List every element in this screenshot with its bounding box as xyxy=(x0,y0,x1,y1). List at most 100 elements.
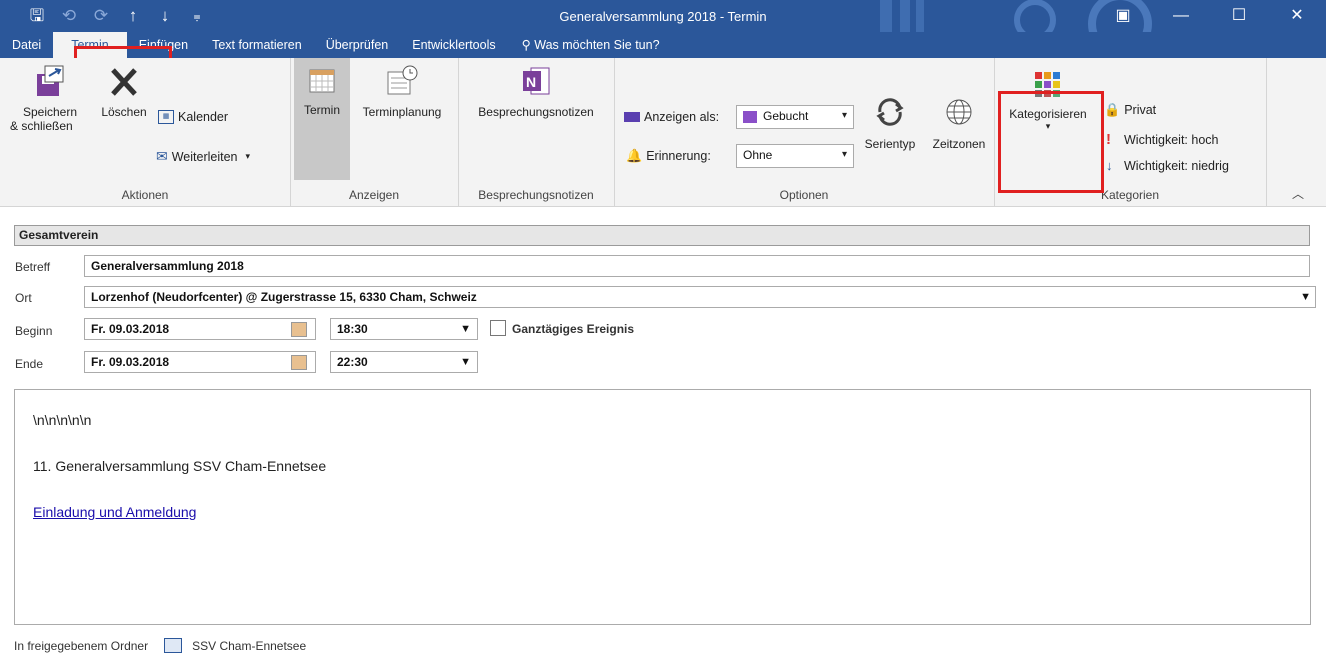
forward-icon: ✉ xyxy=(156,148,168,164)
body-line-newlines: \n\n\n\n\n xyxy=(33,412,92,428)
minimize-button[interactable]: — xyxy=(1152,0,1210,32)
group-optionen: Anzeigen als: Gebucht ▾ 🔔 Erinnerung: Oh… xyxy=(614,58,995,206)
show-as-label-row: Anzeigen als: xyxy=(624,110,719,124)
subject-input[interactable]: Generalversammlung 2018 xyxy=(84,255,1310,277)
private-label: Privat xyxy=(1124,103,1157,117)
save-close-label-1: Speichern xyxy=(22,105,78,119)
show-as-icon xyxy=(624,112,640,122)
lightbulb-icon: ⚲ xyxy=(521,38,531,52)
lock-icon: 🔒 xyxy=(1104,102,1121,117)
location-label: Ort xyxy=(15,291,32,305)
save-close-icon xyxy=(37,65,64,96)
termin-view-label: Termin xyxy=(303,103,340,117)
high-importance-label: Wichtigkeit: hoch xyxy=(1124,132,1219,147)
tab-datei[interactable]: Datei xyxy=(0,32,53,58)
collapse-ribbon-icon[interactable]: ︿ xyxy=(1292,185,1304,202)
svg-text:N: N xyxy=(526,74,536,90)
forward-button[interactable]: ✉ Weiterleiten ▾ xyxy=(156,148,250,165)
reminder-label: Erinnerung: xyxy=(646,149,711,163)
ribbon-display-options-icon[interactable]: ▣ xyxy=(1094,0,1152,32)
delete-button[interactable]: Löschen xyxy=(94,64,154,119)
calendar-picker-icon[interactable] xyxy=(291,355,307,370)
delete-x-icon xyxy=(111,68,137,96)
group-label-besprechungsnotizen: Besprechungsnotizen xyxy=(478,188,594,202)
calendar-picker-icon[interactable] xyxy=(291,322,307,337)
calendar-label: Kalender xyxy=(178,110,229,124)
chevron-down-icon: ▾ xyxy=(841,110,847,121)
end-time-input[interactable]: 22:30 ▼ xyxy=(330,351,478,373)
termin-view-button[interactable]: Termin xyxy=(294,58,350,180)
tab-text-formatieren[interactable]: Text formatieren xyxy=(200,32,314,58)
highlight-categorize xyxy=(998,91,1104,193)
chevron-down-icon[interactable]: ▼ xyxy=(460,319,471,339)
recurrence-icon xyxy=(876,98,904,126)
start-time-value: 18:30 xyxy=(337,322,368,336)
forward-label: Weiterleiten xyxy=(171,149,238,164)
end-date-input[interactable]: Fr. 09.03.2018 xyxy=(84,351,316,373)
category-header-bar: Gesamtverein xyxy=(14,225,1310,246)
tab-entwicklertools[interactable]: Entwicklertools xyxy=(400,32,507,58)
private-button[interactable]: 🔒 Privat xyxy=(1104,102,1156,118)
shared-calendar-icon xyxy=(164,638,183,653)
start-date-input[interactable]: Fr. 09.03.2018 xyxy=(84,318,316,340)
tell-me-box[interactable]: ⚲ Was möchten Sie tun? xyxy=(508,32,672,58)
body-line-title: 11. Generalversammlung SSV Cham-Ennetsee xyxy=(33,458,327,474)
location-input[interactable]: Lorzenhof (Neudorfcenter) @ Zugerstrasse… xyxy=(84,286,1316,308)
start-time-input[interactable]: 18:30 ▼ xyxy=(330,318,478,340)
group-label-optionen: Optionen xyxy=(779,188,829,202)
start-label: Beginn xyxy=(15,324,53,338)
high-importance-button[interactable]: ! Wichtigkeit: hoch xyxy=(1106,131,1218,148)
group-label-aktionen: Aktionen xyxy=(121,188,169,202)
time-zones-label: Zeitzonen xyxy=(932,137,986,151)
show-as-value: Gebucht xyxy=(763,109,809,123)
exclamation-icon: ! xyxy=(1106,131,1111,148)
ribbon: Speichern & schließen Löschen ▦ Kalender… xyxy=(0,58,1326,207)
window-controls: ▣ — ☐ ✕ xyxy=(1094,0,1326,32)
recurrence-label: Serientyp xyxy=(864,137,916,151)
shared-folder-label: In freigegebenem Ordner xyxy=(14,638,149,653)
tab-ueberpruefen[interactable]: Überprüfen xyxy=(314,32,401,58)
shared-folder-name[interactable]: SSV Cham-Ennetsee xyxy=(192,639,306,653)
group-anzeigen: Termin Terminplanung Anzeigen xyxy=(290,58,459,206)
calendar-grid-icon xyxy=(309,69,335,93)
chevron-down-icon[interactable]: ▼ xyxy=(460,352,471,372)
recurrence-button[interactable]: Serientyp xyxy=(850,94,930,151)
all-day-checkbox[interactable] xyxy=(490,320,506,336)
maximize-button[interactable]: ☐ xyxy=(1210,0,1268,32)
time-zones-button[interactable]: Zeitzonen xyxy=(926,94,992,151)
arrow-down-icon: ↓ xyxy=(1106,158,1113,173)
chevron-down-icon: ▾ xyxy=(245,151,251,161)
reminder-dropdown[interactable]: Ohne ▾ xyxy=(736,144,854,168)
bell-icon: 🔔 xyxy=(626,148,643,163)
end-label: Ende xyxy=(15,357,44,371)
chevron-down-icon[interactable]: ▼ xyxy=(1300,287,1311,307)
invitation-link[interactable]: Einladung und Anmeldung xyxy=(33,504,196,520)
meeting-notes-button[interactable]: N Besprechungsnotizen xyxy=(462,64,610,119)
terminplanung-button[interactable]: Terminplanung xyxy=(352,64,452,119)
scheduling-icon xyxy=(387,65,418,95)
calendar-button[interactable]: ▦ Kalender xyxy=(158,110,228,124)
close-button[interactable]: ✕ xyxy=(1268,0,1326,32)
group-label-anzeigen: Anzeigen xyxy=(348,188,400,202)
tell-me-text: Was möchten Sie tun? xyxy=(534,38,660,52)
title-bar: 🖫 ⟲ ⟳ ↑ ↓ ⩦ Generalversammlung 2018 - Te… xyxy=(0,0,1326,58)
subject-value: Generalversammlung 2018 xyxy=(91,259,244,273)
onenote-icon: N xyxy=(523,67,550,95)
meeting-notes-label: Besprechungsnotizen xyxy=(478,105,594,119)
message-body[interactable]: \n\n\n\n\n 11. Generalversammlung SSV Ch… xyxy=(14,389,1311,625)
chevron-down-icon: ▾ xyxy=(841,149,847,160)
start-date-value: Fr. 09.03.2018 xyxy=(91,322,170,336)
delete-label: Löschen xyxy=(101,105,147,119)
save-close-label-2: & schließen xyxy=(10,119,73,133)
show-as-dropdown[interactable]: Gebucht ▾ xyxy=(736,105,854,129)
group-besprechungsnotizen: N Besprechungsnotizen Besprechungsnotize… xyxy=(458,58,615,206)
all-day-label: Ganztägiges Ereignis xyxy=(512,322,635,336)
footer-bar: In freigegebenem Ordner SSV Cham-Ennetse… xyxy=(14,638,306,653)
busy-color-swatch xyxy=(743,110,757,123)
low-importance-button[interactable]: ↓ Wichtigkeit: niedrig xyxy=(1106,158,1229,173)
group-aktionen: Speichern & schließen Löschen ▦ Kalender… xyxy=(0,58,291,206)
end-time-value: 22:30 xyxy=(337,355,368,369)
save-close-button[interactable]: Speichern & schließen xyxy=(10,64,90,133)
end-date-value: Fr. 09.03.2018 xyxy=(91,355,170,369)
show-as-label: Anzeigen als: xyxy=(644,110,720,124)
